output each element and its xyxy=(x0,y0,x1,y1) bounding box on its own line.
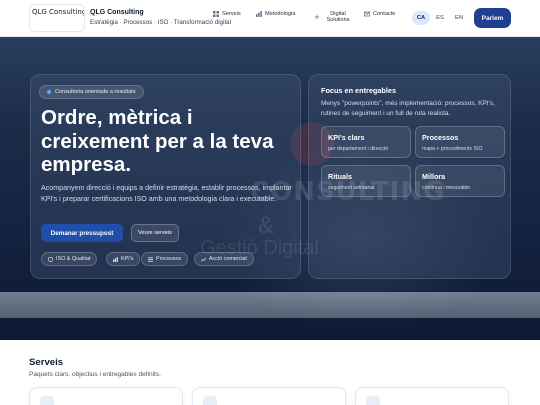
focus-box-subtitle: mapa + procediments ISO xyxy=(422,146,483,152)
focus-title: Focus en entregables xyxy=(321,86,397,95)
grid-icon xyxy=(213,11,219,18)
hero-headline: Ordre, mètrica i creixement per a la tev… xyxy=(41,106,274,176)
service-card[interactable] xyxy=(29,387,183,405)
services-title: Serveis xyxy=(29,357,64,368)
nav-label: Metodologia xyxy=(265,11,296,17)
parlem-button[interactable]: Parlem xyxy=(474,8,511,28)
shield-icon xyxy=(48,256,53,262)
focus-box-subtitle: per departament i direcció xyxy=(328,146,388,152)
view-services-button[interactable]: Veure serveis xyxy=(131,224,179,242)
focus-card: Focus en entregables Menys "powerpoints"… xyxy=(308,74,511,279)
focus-box-title: KPI's clars xyxy=(328,133,365,142)
focus-box-subtitle: contínua i mesurable xyxy=(422,185,471,191)
nav-label: Serveis xyxy=(222,11,241,17)
list-icon xyxy=(148,256,153,262)
badge-dot-icon xyxy=(47,90,51,94)
service-icon xyxy=(203,396,217,405)
focus-box-title: Rituals xyxy=(328,172,352,181)
hero-description: Acompanyem direcció i equips a definir e… xyxy=(41,184,292,203)
chip-label: ISO & Qualitat xyxy=(56,256,91,262)
chart-icon xyxy=(256,11,262,18)
focus-box-kpis: KPI's clars per departament i direcció xyxy=(321,126,411,158)
lang-en-button[interactable]: EN xyxy=(450,11,468,25)
nav-contacte[interactable]: Contacte xyxy=(364,11,395,17)
request-quote-button[interactable]: Demanar pressupost xyxy=(41,224,123,242)
hero-badge-label: Consultoria orientada a resultats xyxy=(55,89,136,95)
trend-icon xyxy=(201,257,206,261)
focus-description: Menys "powerpoints", més implementació: … xyxy=(321,100,495,117)
bar-chart-icon xyxy=(113,256,118,262)
chip-label: KPI's xyxy=(121,256,134,262)
lang-ca-button[interactable]: CA xyxy=(412,11,430,25)
chip-kpis[interactable]: KPI's xyxy=(106,252,141,266)
nav-label: Digital Solutions xyxy=(326,11,350,24)
service-card[interactable] xyxy=(355,387,509,405)
logo-image[interactable]: QLG Consulting xyxy=(29,4,85,32)
hero-badge: Consultoria orientada a resultats xyxy=(39,85,144,99)
focus-box-title: Millora xyxy=(422,172,446,181)
chip-iso-quality[interactable]: ISO & Qualitat xyxy=(41,252,98,266)
mail-icon xyxy=(364,11,370,17)
chip-label: Acció comercial xyxy=(209,256,247,262)
services-subtitle: Paquets clars, objectius i entregables d… xyxy=(29,371,161,378)
nav-label: Contacte xyxy=(373,11,396,17)
lang-es-button[interactable]: ES xyxy=(431,11,449,25)
site-header: QLG Consulting QLG Consulting Estratègia… xyxy=(0,0,540,37)
hero-light-band xyxy=(0,292,540,318)
hero-section: CONSULTING & Gestió Digital Consultoria … xyxy=(0,37,540,340)
focus-box-subtitle: seguiment setmanal xyxy=(328,185,375,191)
service-card[interactable] xyxy=(192,387,346,405)
chip-accio-comercial[interactable]: Acció comercial xyxy=(194,252,254,266)
brand-name[interactable]: QLG Consulting xyxy=(90,9,144,16)
nav-serveis[interactable]: Serveis xyxy=(213,11,241,18)
focus-box-title: Processos xyxy=(422,133,459,142)
spark-icon xyxy=(314,14,320,21)
nav-digital-solutions[interactable]: Digital Solutions xyxy=(314,11,353,24)
brand-tagline: Estratègia · Processos · ISO · Transform… xyxy=(90,19,231,26)
chip-processos[interactable]: Processos xyxy=(141,252,189,266)
logo-alt-text: QLG Consulting xyxy=(32,8,85,16)
focus-box-rituals: Rituals seguiment setmanal xyxy=(321,165,411,197)
nav-metodologia[interactable]: Metodologia xyxy=(256,11,296,18)
focus-box-millora: Millora contínua i mesurable xyxy=(415,165,505,197)
service-icon xyxy=(40,396,54,405)
hero-main-card: Consultoria orientada a resultats Ordre,… xyxy=(30,74,301,279)
service-icon xyxy=(366,396,380,405)
chip-label: Processos xyxy=(156,256,182,262)
focus-box-processos: Processos mapa + procediments ISO xyxy=(415,126,505,158)
